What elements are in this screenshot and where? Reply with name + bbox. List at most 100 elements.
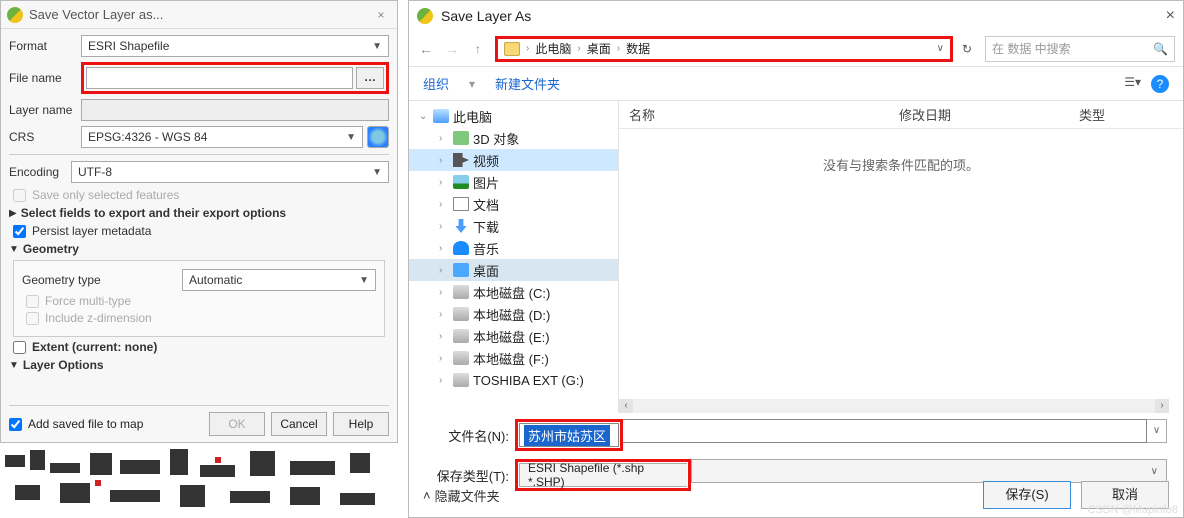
crumb-desktop[interactable]: 桌面 — [587, 40, 611, 57]
nav-row: ← → ↑ › 此电脑 › 桌面 › 数据 ∨ ↻ 在 数据 中搜索 🔍 — [409, 31, 1183, 67]
select-fields-header[interactable]: ▶ Select fields to export and their expo… — [9, 206, 389, 220]
search-input[interactable]: 在 数据 中搜索 🔍 — [985, 36, 1175, 62]
tree-item[interactable]: › 图片 — [409, 171, 618, 193]
crumb-pc[interactable]: 此电脑 — [535, 40, 571, 57]
extent-checkbox[interactable]: Extent (current: none) — [13, 340, 389, 354]
hide-folders-toggle[interactable]: ˄ 隐藏文件夹 — [423, 486, 500, 505]
triangle-right-icon: › — [439, 155, 449, 166]
col-date[interactable]: 修改日期 — [899, 105, 1079, 124]
chevron-down-icon[interactable]: ∨ — [1147, 419, 1167, 443]
view-mode-icon[interactable]: ☰▾ — [1124, 75, 1141, 93]
search-placeholder: 在 数据 中搜索 — [992, 40, 1071, 57]
tree-item[interactable]: ›音乐 — [409, 237, 618, 259]
checkbox-icon — [26, 295, 39, 308]
ok-button[interactable]: OK — [209, 412, 265, 436]
triangle-right-icon: › — [439, 177, 449, 188]
folder-tree[interactable]: ⌄ 此电脑 ›3D 对象›视频›图片›文档›下载›音乐›桌面›本地磁盘 (C:)… — [409, 101, 619, 413]
close-icon[interactable]: × — [1166, 7, 1175, 25]
save-only-selected-checkbox: Save only selected features — [13, 188, 389, 202]
include-z-checkbox: Include z-dimension — [26, 311, 376, 325]
tree-item[interactable]: ›下载 — [409, 215, 618, 237]
triangle-right-icon: › — [439, 375, 449, 386]
format-value: ESRI Shapefile — [88, 39, 169, 53]
tree-item[interactable]: › 本地磁盘 (D:) — [409, 303, 618, 325]
chevron-down-icon: ▼ — [372, 167, 382, 178]
tree-item-label: 图片 — [473, 173, 499, 192]
help-button[interactable]: Help — [333, 412, 389, 436]
disk-icon — [453, 329, 469, 343]
geometry-header[interactable]: ▼ Geometry — [9, 242, 389, 256]
help-icon[interactable]: ? — [1151, 75, 1169, 93]
scroll-right-icon[interactable]: › — [1155, 399, 1169, 413]
filename-field[interactable]: 苏州市姑苏区 — [519, 423, 619, 447]
tree-item[interactable]: ›3D 对象 — [409, 127, 618, 149]
checkbox-icon[interactable] — [13, 225, 26, 238]
dialog-button-bar: Add saved file to map OK Cancel Help — [9, 405, 389, 436]
savetype-dropdown[interactable]: ∨ — [691, 459, 1167, 483]
column-headers[interactable]: 名称 修改日期 类型 — [619, 101, 1183, 129]
geometry-type-label: Geometry type — [22, 273, 182, 287]
tree-item[interactable]: ›桌面 — [409, 259, 618, 281]
3d-icon — [453, 131, 469, 145]
up-icon[interactable]: ↑ — [469, 42, 487, 56]
persist-metadata-checkbox[interactable]: Persist layer metadata — [13, 224, 389, 238]
col-name[interactable]: 名称 — [619, 105, 899, 124]
tree-item[interactable]: ›本地磁盘 (E:) — [409, 325, 618, 347]
crumb-data[interactable]: 数据 — [626, 40, 650, 57]
tree-item[interactable]: ›文档 — [409, 193, 618, 215]
browse-button[interactable]: … — [356, 67, 384, 89]
back-icon[interactable]: ← — [417, 41, 435, 57]
format-dropdown[interactable]: ESRI Shapefile ▼ — [81, 35, 389, 57]
geometry-type-dropdown[interactable]: Automatic ▼ — [182, 269, 376, 291]
tree-item-label: 本地磁盘 (D:) — [473, 305, 550, 324]
empty-message: 没有与搜索条件匹配的项。 — [619, 155, 1183, 174]
crs-picker-button[interactable] — [367, 126, 389, 148]
tree-item[interactable]: ›本地磁盘 (C:) — [409, 281, 618, 303]
triangle-down-icon: ▼ — [9, 244, 19, 255]
layername-input — [81, 99, 389, 121]
organize-menu[interactable]: 组织 — [423, 74, 449, 93]
crs-dropdown[interactable]: EPSG:4326 - WGS 84 ▼ — [81, 126, 363, 148]
checkbox-icon — [26, 312, 39, 325]
tree-this-pc[interactable]: ⌄ 此电脑 — [409, 105, 618, 127]
file-list[interactable]: 名称 修改日期 类型 没有与搜索条件匹配的项。 ‹ › — [619, 101, 1183, 413]
tree-item[interactable]: ›TOSHIBA EXT (G:) — [409, 369, 618, 391]
save-button[interactable]: 保存(S) — [983, 481, 1071, 509]
triangle-right-icon: › — [439, 243, 449, 254]
filename-label: 文件名(N): — [425, 426, 515, 445]
tree-item-label: 3D 对象 — [473, 129, 519, 148]
checkbox-icon[interactable] — [13, 341, 26, 354]
triangle-right-icon: › — [439, 309, 449, 320]
titlebar: Save Vector Layer as... × — [1, 1, 397, 29]
encoding-dropdown[interactable]: UTF-8 ▼ — [71, 161, 389, 183]
disk-icon — [453, 307, 469, 321]
chevron-up-icon: ˄ — [423, 488, 431, 503]
forward-icon: → — [443, 41, 461, 57]
breadcrumb[interactable]: › 此电脑 › 桌面 › 数据 ∨ — [495, 36, 953, 62]
pc-icon — [433, 109, 449, 123]
folder-icon — [504, 42, 520, 56]
layer-options-header[interactable]: ▼ Layer Options — [9, 358, 389, 372]
triangle-right-icon: › — [439, 221, 449, 232]
dl-icon — [453, 219, 469, 233]
filename-input[interactable] — [86, 67, 353, 89]
tree-item[interactable]: › 视频 — [409, 149, 618, 171]
col-type[interactable]: 类型 — [1079, 105, 1159, 124]
tree-item-label: 本地磁盘 (C:) — [473, 283, 550, 302]
chevron-down-icon[interactable]: ∨ — [937, 43, 944, 54]
force-multitype-checkbox: Force multi-type — [26, 294, 376, 308]
refresh-icon[interactable]: ↻ — [957, 42, 977, 56]
tree-item-label: 视频 — [473, 151, 499, 170]
close-icon[interactable]: × — [371, 8, 391, 22]
new-folder-button[interactable]: 新建文件夹 — [495, 74, 560, 93]
checkbox-icon[interactable] — [9, 418, 22, 431]
chevron-down-icon: ▼ — [372, 41, 382, 52]
tree-item[interactable]: ›本地磁盘 (F:) — [409, 347, 618, 369]
triangle-right-icon: › — [439, 353, 449, 364]
cancel-button[interactable]: Cancel — [271, 412, 327, 436]
filename-field-ext[interactable] — [623, 419, 1147, 443]
scroll-left-icon[interactable]: ‹ — [619, 399, 633, 413]
horizontal-scrollbar[interactable]: ‹ › — [619, 399, 1169, 413]
chevron-right-icon: › — [617, 43, 620, 54]
add-to-map-checkbox[interactable]: Add saved file to map — [9, 417, 203, 431]
